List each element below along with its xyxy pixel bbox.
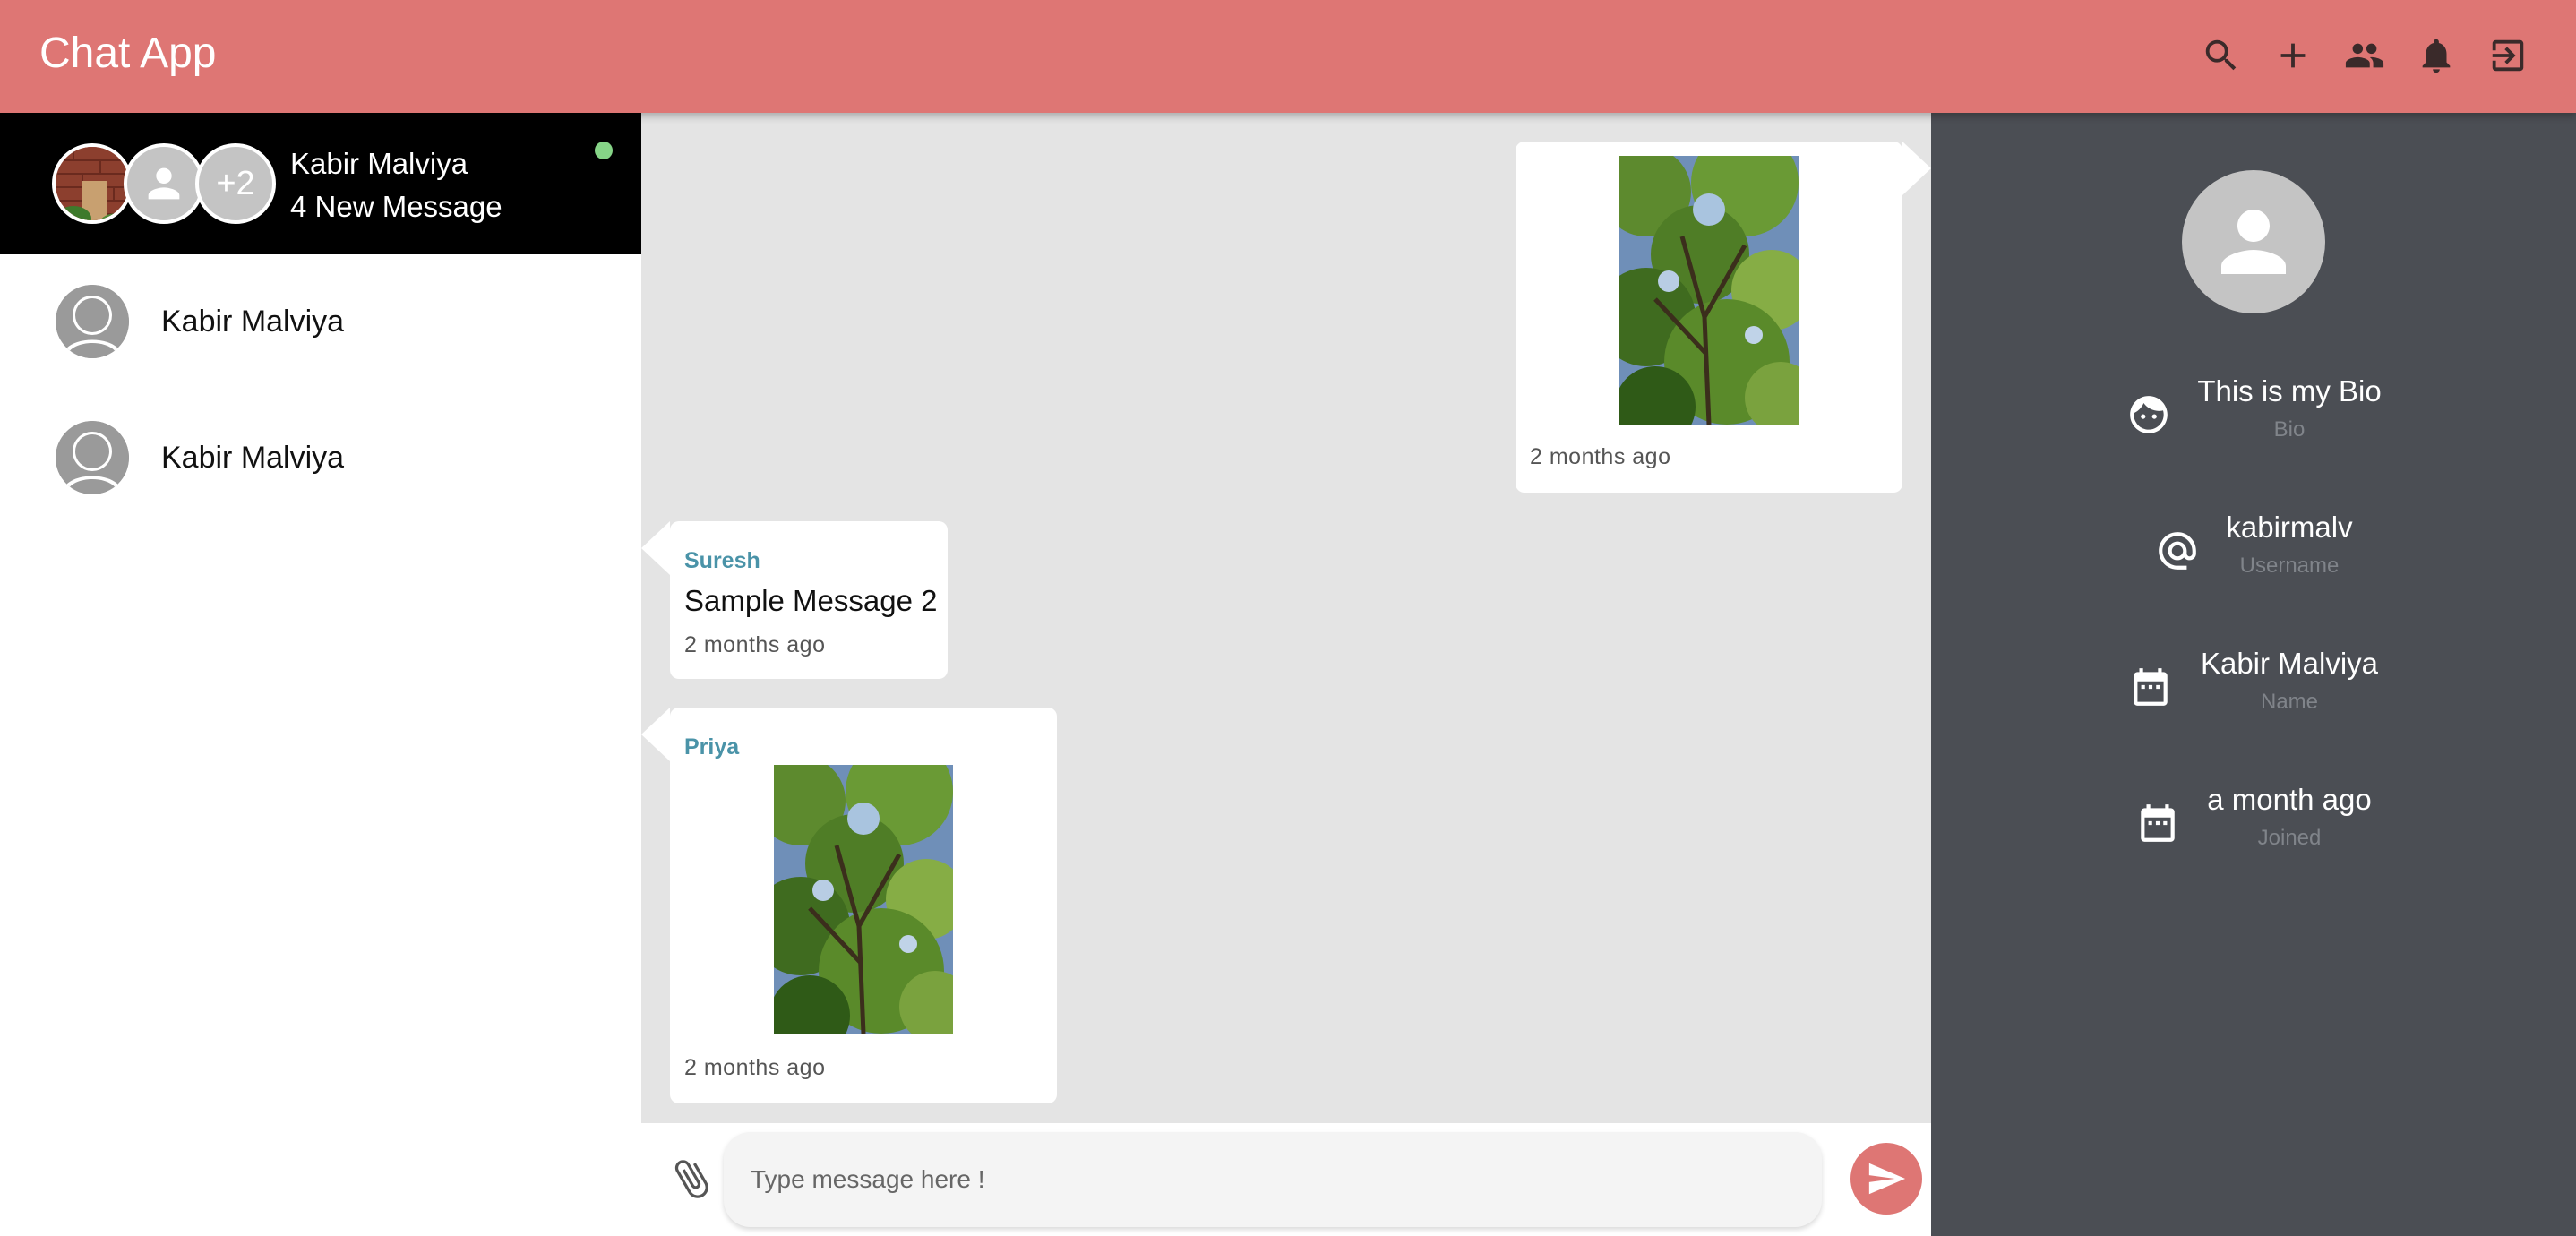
profile-name-row: Kabir Malviya Name	[1931, 647, 2576, 745]
profile-bio-row: This is my Bio Bio	[1931, 374, 2576, 473]
at-sign-icon	[2155, 528, 2200, 573]
send-button[interactable]	[1850, 1143, 1922, 1215]
message-timestamp: 2 months ago	[1530, 444, 1671, 469]
header-actions	[2200, 32, 2529, 79]
message-area[interactable]: 2 months ago Suresh Sample Message 2 2 m…	[641, 113, 1931, 1123]
avatar-placeholder	[124, 143, 204, 224]
name-label: Name	[2260, 690, 2319, 714]
online-indicator	[595, 142, 613, 159]
message-input[interactable]	[724, 1132, 1822, 1227]
profile-panel: This is my Bio Bio kabirmalv Username Ka…	[1931, 113, 2576, 1236]
new-message-count: 4 New Message	[290, 190, 502, 223]
conversation-item[interactable]: Kabir Malviya	[0, 254, 641, 389]
message-text: Sample Message 2	[684, 584, 938, 617]
conversation-name: Kabir Malviya	[161, 305, 345, 339]
sender-name: Priya	[684, 734, 740, 760]
message-bubble-outgoing: 2 months ago	[1516, 142, 1931, 493]
bubble-tail	[1902, 142, 1931, 195]
logout-icon[interactable]	[2486, 32, 2529, 79]
app-header: Chat App	[0, 0, 2576, 113]
message-composer	[641, 1123, 1931, 1236]
bell-icon[interactable]	[2415, 32, 2458, 79]
bubble-tail	[641, 521, 670, 575]
face-icon	[2126, 392, 2171, 437]
add-icon[interactable]	[2271, 32, 2314, 79]
avatar-stack: +2	[52, 143, 276, 224]
username-label: Username	[2239, 554, 2340, 578]
message-timestamp: 2 months ago	[684, 632, 826, 657]
message-image[interactable]	[774, 765, 953, 1034]
group-icon[interactable]	[2343, 32, 2386, 79]
joined-label: Joined	[2257, 826, 2322, 850]
profile-avatar	[2182, 170, 2325, 313]
avatar	[56, 285, 129, 358]
app-title: Chat App	[39, 30, 217, 77]
bubble-tail	[641, 708, 670, 761]
avatar	[56, 421, 129, 494]
avatar-more-count: +2	[195, 143, 276, 224]
joined-value: a month ago	[2207, 783, 2372, 816]
name-value: Kabir Malviya	[2200, 647, 2379, 680]
bio-label: Bio	[2273, 417, 2306, 442]
conversation-name: Kabir Malviya	[290, 147, 468, 180]
conversation-list: +2 Kabir Malviya 4 New Message Kabir Mal…	[0, 113, 641, 1236]
conversation-name: Kabir Malviya	[161, 441, 345, 475]
message-image[interactable]	[1619, 156, 1799, 425]
attachment-icon[interactable]	[668, 1155, 715, 1202]
bio-value: This is my Bio	[2197, 374, 2382, 408]
avatar-photo	[52, 143, 133, 224]
message-timestamp: 2 months ago	[684, 1055, 826, 1080]
sender-name: Suresh	[684, 548, 760, 573]
profile-joined-row: a month ago Joined	[1931, 783, 2576, 881]
conversation-item-group[interactable]: +2 Kabir Malviya 4 New Message	[0, 113, 641, 254]
send-icon	[1868, 1163, 1906, 1195]
profile-username-row: kabirmalv Username	[1931, 511, 2576, 609]
message-bubble-incoming: Suresh Sample Message 2 2 months ago	[641, 521, 948, 679]
conversation-item[interactable]: Kabir Malviya	[0, 391, 641, 525]
username-value: kabirmalv	[2226, 511, 2353, 544]
calendar-icon	[2135, 801, 2180, 845]
calendar-icon	[2128, 665, 2173, 709]
message-bubble-incoming: Priya 2 months ago	[641, 708, 1057, 1103]
search-icon[interactable]	[2200, 32, 2243, 79]
